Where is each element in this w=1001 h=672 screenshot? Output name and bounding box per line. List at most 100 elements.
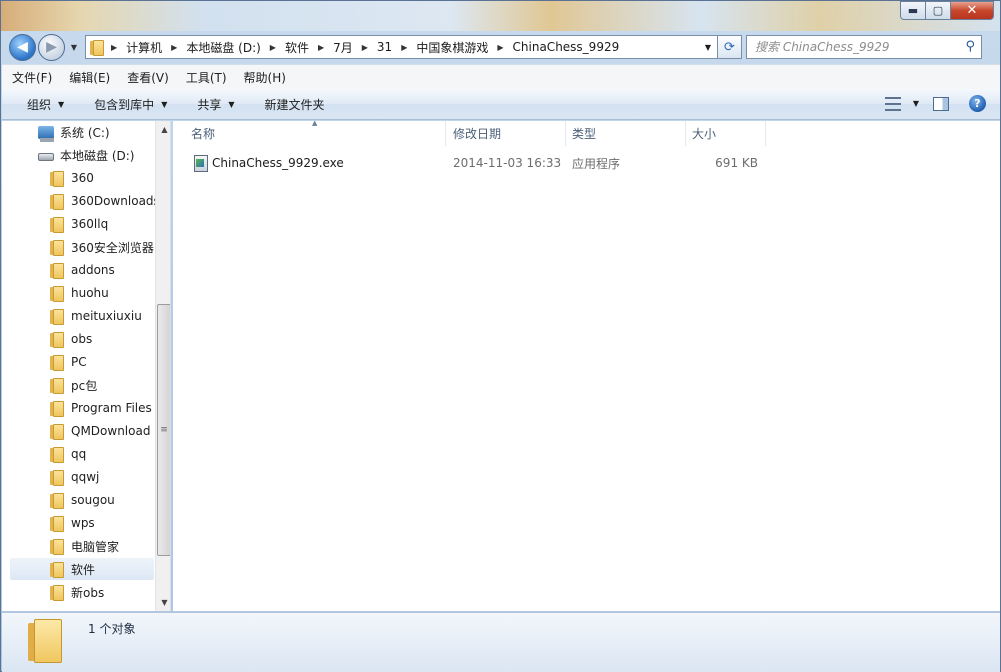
tree-item-folder[interactable]: obs xyxy=(50,328,92,350)
tree-item-folder[interactable]: Program Files xyxy=(50,397,152,419)
menu-edit[interactable]: 编辑(E) xyxy=(69,69,110,86)
refresh-icon: ⟳ xyxy=(724,39,735,55)
folder-icon xyxy=(50,561,64,578)
refresh-button[interactable]: ⟳ xyxy=(718,35,742,59)
search-icon[interactable]: ⚲ xyxy=(965,39,975,54)
tree-item-folder[interactable]: meituxiuxiu xyxy=(50,305,142,327)
chevron-right-icon[interactable]: ▶ xyxy=(497,43,503,52)
folder-icon xyxy=(50,239,64,256)
navigation-pane: 系统 (C:) 本地磁盘 (D:) 360 360Downloads 360ll… xyxy=(2,121,171,611)
tree-item-folder[interactable]: 360 xyxy=(50,167,94,189)
chevron-right-icon[interactable]: ▶ xyxy=(401,43,407,52)
exe-file-icon xyxy=(192,155,208,172)
tree-item-folder[interactable]: QMDownload xyxy=(50,420,150,442)
tree-item-folder[interactable]: 360llq xyxy=(50,213,108,235)
tree-item-folder[interactable]: addons xyxy=(50,259,115,281)
chevron-right-icon[interactable]: ▶ xyxy=(318,43,324,52)
tree-item-drive-d[interactable]: 本地磁盘 (D:) xyxy=(38,144,134,166)
chevron-right-icon[interactable]: ▶ xyxy=(362,43,368,52)
tree-item-label: 360安全浏览器 xyxy=(71,240,154,255)
scroll-down-icon[interactable]: ▼ xyxy=(156,594,170,611)
scrollbar-thumb[interactable]: ≡ xyxy=(157,304,170,556)
breadcrumb-software[interactable]: 软件 xyxy=(285,39,309,56)
recent-pages-dropdown[interactable]: ▼ xyxy=(67,43,81,52)
include-in-library-button[interactable]: 包含到库中 ▼ xyxy=(94,96,167,113)
tree-item-folder[interactable]: sougou xyxy=(50,489,115,511)
breadcrumb-current[interactable]: ChinaChess_9929 xyxy=(513,40,620,54)
folder-icon xyxy=(90,39,104,56)
address-bar[interactable]: ▶ 计算机 ▶ 本地磁盘 (D:) ▶ 软件 ▶ 7月 ▶ 31 ▶ 中国象棋游… xyxy=(85,35,718,59)
new-folder-button[interactable]: 新建文件夹 xyxy=(265,96,325,113)
column-label: 大小 xyxy=(692,127,717,141)
menu-help[interactable]: 帮助(H) xyxy=(244,69,286,86)
tree-item-folder[interactable]: 电脑管家 xyxy=(50,535,119,557)
menu-tools[interactable]: 工具(T) xyxy=(186,69,227,86)
menu-view[interactable]: 查看(V) xyxy=(127,69,169,86)
change-view-icon[interactable] xyxy=(884,96,901,111)
folder-icon xyxy=(50,446,64,463)
search-input[interactable] xyxy=(755,40,955,54)
folder-icon xyxy=(50,400,64,417)
tree-item-folder-selected[interactable]: 软件 xyxy=(10,558,154,580)
column-header-date[interactable]: 修改日期 xyxy=(446,121,566,146)
close-button[interactable]: ✕ xyxy=(951,1,994,20)
maximize-button[interactable]: ▢ xyxy=(926,1,951,20)
folder-icon xyxy=(50,377,64,394)
chevron-right-icon[interactable]: ▶ xyxy=(171,43,177,52)
menu-file[interactable]: 文件(F) xyxy=(12,69,52,86)
details-pane: 1 个对象 xyxy=(2,612,1000,672)
file-date: 2014-11-03 16:33 xyxy=(453,156,562,170)
tree-item-label: 系统 (C:) xyxy=(60,125,110,140)
share-button[interactable]: 共享 ▼ xyxy=(197,96,234,113)
preview-pane-icon[interactable] xyxy=(933,96,949,111)
tree-item-folder[interactable]: pc包 xyxy=(50,374,97,396)
navigation-scrollbar[interactable]: ▲ ≡ ▼ xyxy=(155,121,170,611)
chevron-right-icon[interactable]: ▶ xyxy=(111,43,117,52)
file-name-cell: ChinaChess_9929.exe xyxy=(173,155,446,172)
tree-item-label: 电脑管家 xyxy=(71,539,120,554)
tree-item-folder[interactable]: PC xyxy=(50,351,87,373)
column-label: 修改日期 xyxy=(453,127,502,141)
breadcrumb: ▶ 计算机 ▶ 本地磁盘 (D:) ▶ 软件 ▶ 7月 ▶ 31 ▶ 中国象棋游… xyxy=(90,39,619,56)
minimize-button[interactable]: ▬ xyxy=(900,1,926,20)
tree-item-label: QMDownload xyxy=(71,424,151,438)
breadcrumb-chess-games[interactable]: 中国象棋游戏 xyxy=(416,39,488,56)
file-row[interactable]: ChinaChess_9929.exe 2014-11-03 16:33 应用程… xyxy=(173,152,773,174)
column-header-type[interactable]: 类型 xyxy=(566,121,686,146)
breadcrumb-july[interactable]: 7月 xyxy=(333,39,353,56)
help-icon[interactable]: ? xyxy=(969,95,986,112)
back-button[interactable]: ◀ xyxy=(9,33,36,61)
folder-icon xyxy=(50,331,64,348)
organize-button[interactable]: 组织 ▼ xyxy=(27,96,64,113)
view-options-chevron-down-icon[interactable]: ▼ xyxy=(913,99,919,108)
tree-item-folder[interactable]: 360Downloads xyxy=(50,190,160,212)
local-disk-icon xyxy=(38,153,54,161)
tree-item-folder[interactable]: 新obs xyxy=(50,581,104,603)
breadcrumb-drive-d[interactable]: 本地磁盘 (D:) xyxy=(186,39,260,56)
tree-item-drive-c[interactable]: 系统 (C:) xyxy=(38,121,110,143)
tree-item-folder[interactable]: qqwj xyxy=(50,466,99,488)
tree-item-folder[interactable]: wps xyxy=(50,512,95,534)
tree-item-folder[interactable]: 360安全浏览器 xyxy=(50,236,154,258)
column-header-name[interactable]: ▲ 名称 xyxy=(173,119,446,146)
breadcrumb-31[interactable]: 31 xyxy=(377,40,392,54)
tree-item-label: meituxiuxiu xyxy=(71,309,142,323)
tree-item-folder[interactable]: qq xyxy=(50,443,86,465)
breadcrumb-computer[interactable]: 计算机 xyxy=(126,39,162,56)
folder-icon xyxy=(28,619,62,663)
search-box[interactable]: ⚲ xyxy=(746,35,982,59)
tree-item-label: wps xyxy=(71,516,95,530)
navigation-row: ◀ ▶ ▼ ▶ 计算机 ▶ 本地磁盘 (D:) ▶ 软件 ▶ 7月 ▶ 31 ▶… xyxy=(9,33,994,61)
address-dropdown-button[interactable]: ▼ xyxy=(699,36,717,58)
folder-icon xyxy=(50,285,64,302)
tree-item-label: 360Downloads xyxy=(71,194,160,208)
title-bar xyxy=(1,1,1000,31)
folder-icon xyxy=(50,423,64,440)
tree-item-folder[interactable]: huohu xyxy=(50,282,109,304)
forward-button[interactable]: ▶ xyxy=(38,33,65,61)
column-header-size[interactable]: 大小 xyxy=(686,121,766,146)
folder-icon xyxy=(50,308,64,325)
scroll-up-icon[interactable]: ▲ xyxy=(156,121,170,138)
folder-icon xyxy=(50,262,64,279)
chevron-right-icon[interactable]: ▶ xyxy=(270,43,276,52)
